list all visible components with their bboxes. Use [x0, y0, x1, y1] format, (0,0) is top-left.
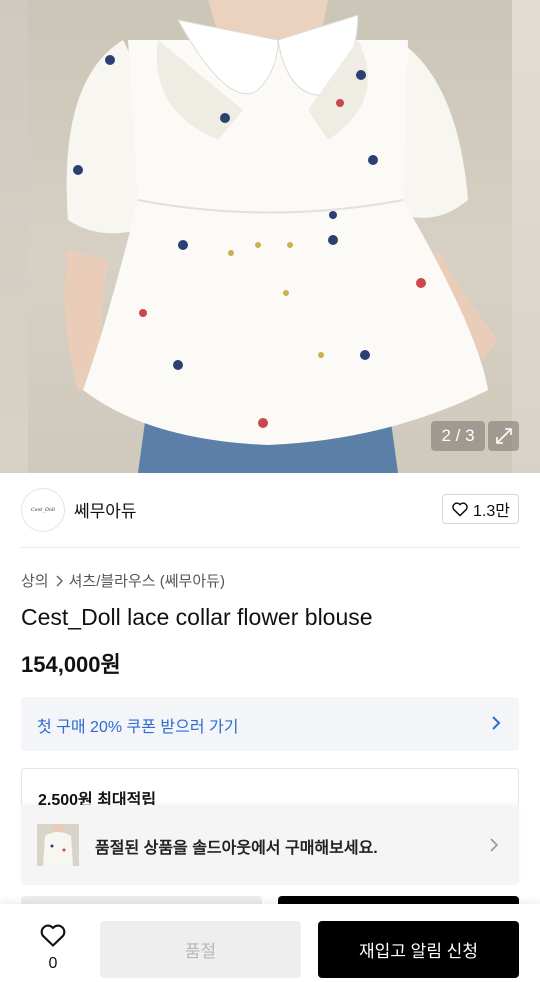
first-purchase-coupon-banner[interactable]: 첫 구매 20% 쿠폰 받으러 가기 [21, 697, 519, 751]
soldout-marketplace-banner[interactable]: 품절된 상품을 솔드아웃에서 구매해보세요. [21, 805, 519, 885]
brand-name[interactable]: 쎄무아듀 [74, 497, 137, 522]
wishlist-button[interactable]: 0 [35, 922, 71, 973]
brand-like-count: 1.3만 [473, 503, 510, 520]
brand-logo[interactable]: Cest_Doll [21, 488, 65, 532]
bottom-action-bar: 0 품절 재입고 알림 신청 [0, 904, 540, 982]
blouse-illustration [64, 0, 498, 473]
breadcrumb-category[interactable]: 상의 [21, 570, 49, 591]
restock-notification-button[interactable]: 재입고 알림 신청 [318, 921, 519, 978]
chevron-right-icon [56, 574, 63, 587]
breadcrumb: 상의 셔츠/블라우스 (쎄무아듀) [21, 570, 225, 591]
brand-logo-text: Cest_Doll [30, 507, 56, 513]
product-image-gallery[interactable]: 2 / 3 [0, 0, 540, 473]
divider [21, 547, 519, 548]
heart-icon [40, 924, 66, 947]
brand-like-button[interactable]: 1.3만 [442, 494, 519, 524]
heart-icon [452, 502, 468, 517]
breadcrumb-subcategory[interactable]: 셔츠/블라우스 (쎄무아듀) [69, 570, 225, 591]
expand-image-button[interactable] [488, 421, 519, 451]
image-counter: 2 / 3 [431, 421, 485, 451]
soldout-product-thumbnail [37, 824, 79, 866]
soldout-banner-text: 품절된 상품을 솔드아웃에서 구매해보세요. [95, 840, 378, 857]
product-price: 154,000원 [21, 652, 121, 677]
expand-icon [495, 428, 512, 444]
chevron-right-icon [490, 838, 499, 852]
product-title: Cest_Doll lace collar flower blouse [21, 604, 373, 630]
coupon-label: 첫 구매 20% 쿠폰 받으러 가기 [37, 719, 239, 736]
points-box: 2,500원 최대적립 [21, 768, 519, 809]
soldout-button: 품절 [100, 921, 301, 978]
product-photo[interactable] [28, 0, 512, 473]
chevron-right-icon [492, 716, 501, 730]
gallery-background-left [0, 0, 28, 473]
brand-row: Cest_Doll 쎄무아듀 1.3만 [21, 487, 519, 532]
gallery-background-right [512, 0, 540, 473]
wishlist-count: 0 [48, 955, 58, 972]
